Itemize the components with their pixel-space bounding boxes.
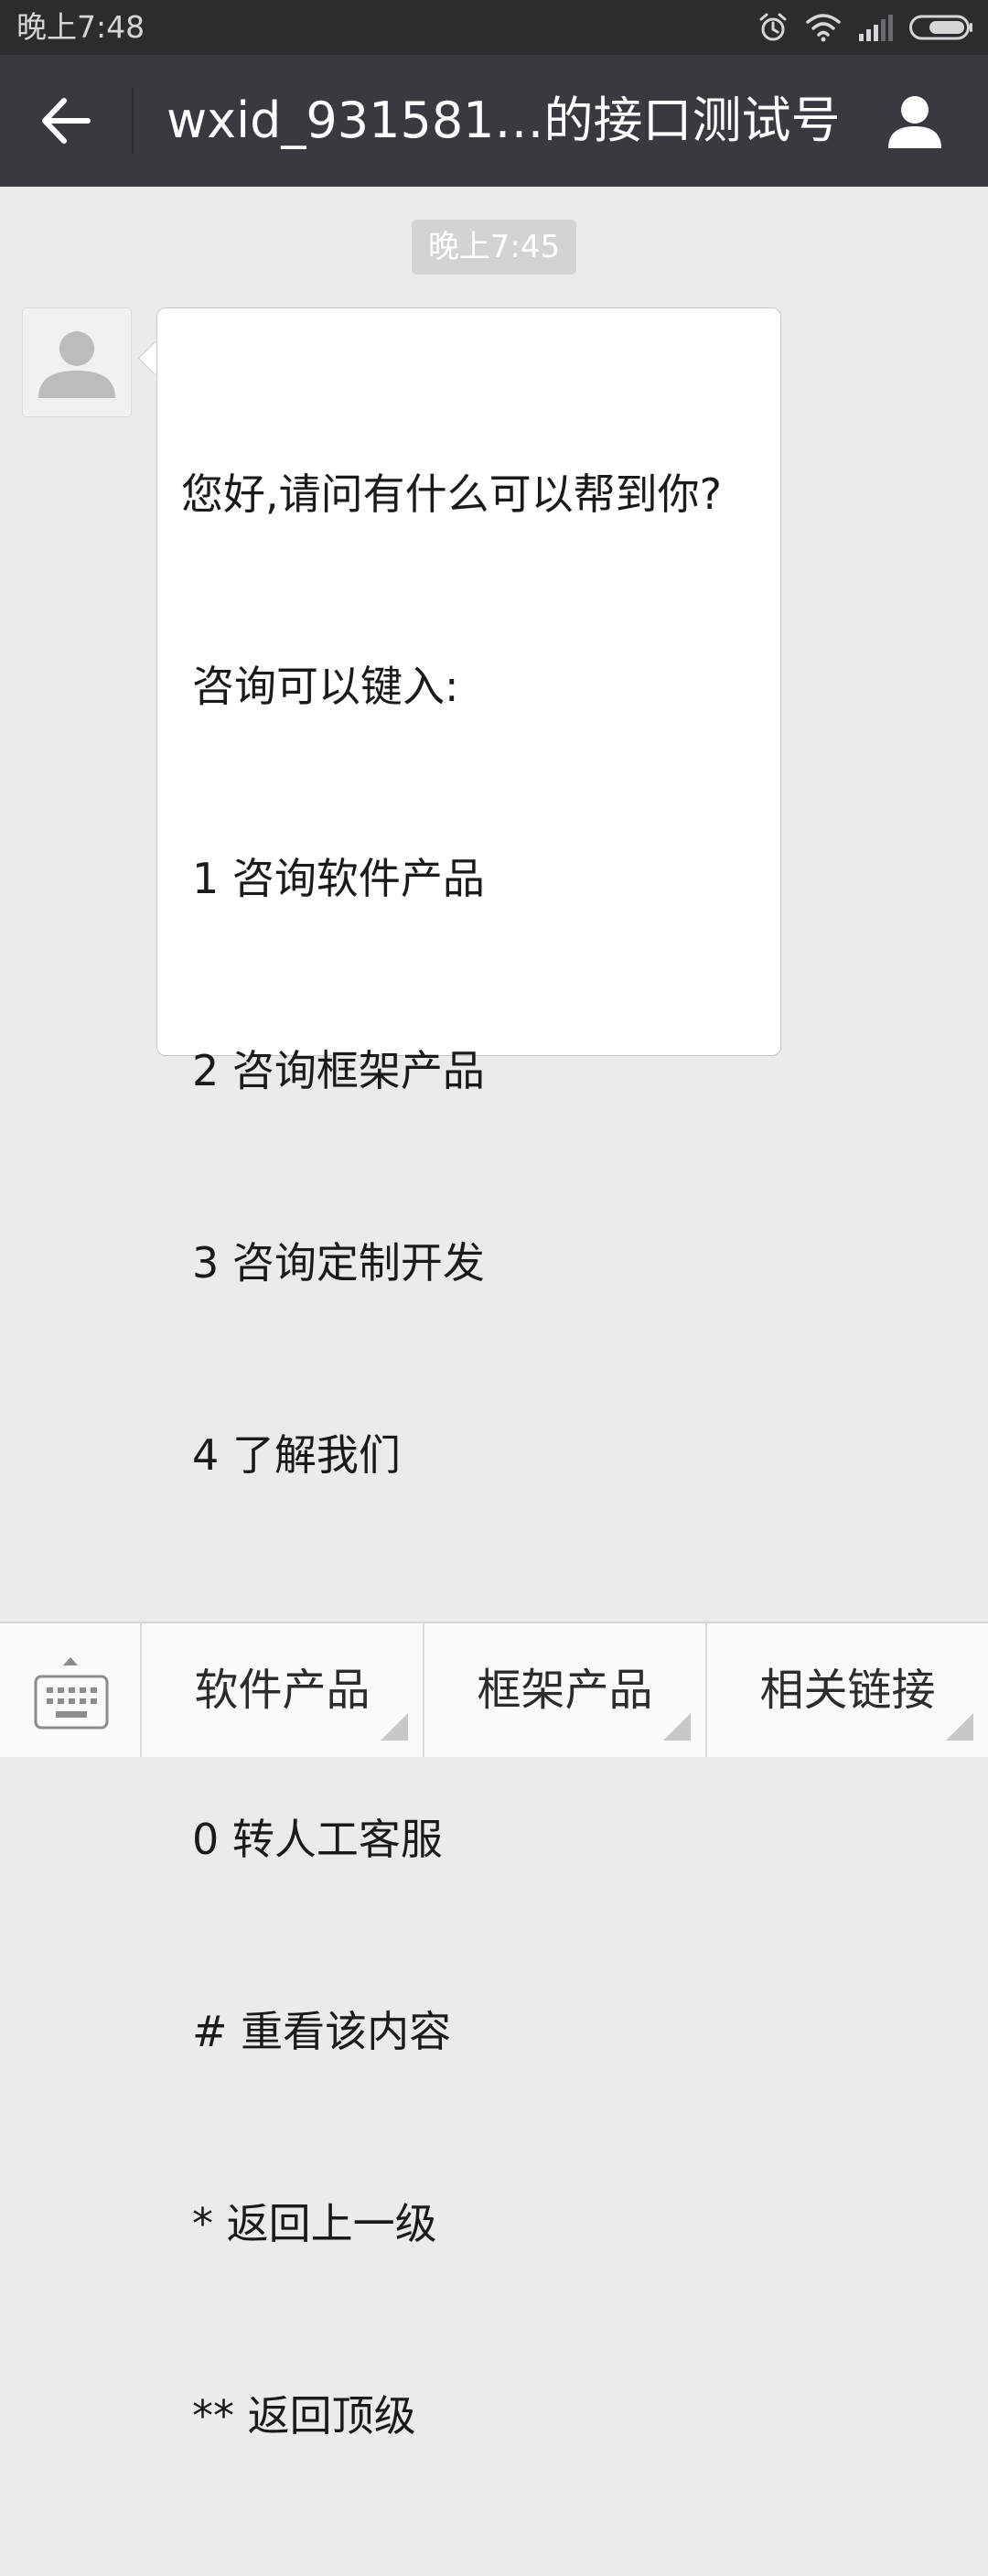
bottom-menu-bar: 软件产品 框架产品 相关链接	[0, 1622, 988, 1757]
title-bar: wxid_931581…的接口测试号	[0, 55, 988, 187]
chat-area[interactable]: 晚上7:45 您好,请问有什么可以帮到你? 咨询可以键入: 1 咨询软件产品 2…	[0, 187, 988, 2441]
message-line: 0 转人工客服	[192, 1815, 443, 1864]
default-avatar-icon	[23, 308, 131, 416]
wifi-icon	[805, 13, 842, 42]
signal-icon	[858, 14, 893, 41]
message-line: 咨询可以键入:	[192, 662, 459, 711]
menu-item-related-links[interactable]: 相关链接	[707, 1623, 988, 1757]
back-arrow-icon	[40, 97, 91, 148]
person-icon	[886, 92, 944, 154]
chat-title: wxid_931581…的接口测试号	[166, 92, 841, 149]
back-button[interactable]	[27, 84, 104, 161]
title-divider	[132, 88, 134, 154]
alarm-icon	[757, 12, 789, 43]
message-line: 3 咨询定制开发	[192, 1238, 485, 1288]
menu-item-framework-products[interactable]: 框架产品	[424, 1623, 707, 1757]
message-line: ** 返回顶级	[192, 2391, 416, 2441]
message-line: # 重看该内容	[192, 2007, 452, 2056]
submenu-corner-icon	[381, 1713, 408, 1744]
submenu-corner-icon	[663, 1713, 691, 1744]
message-timestamp: 晚上7:45	[412, 220, 576, 275]
battery-icon	[909, 15, 973, 40]
message-line: 1 咨询软件产品	[192, 854, 485, 903]
profile-button[interactable]	[880, 88, 950, 157]
keyboard-toggle-button[interactable]	[0, 1623, 142, 1757]
menu-item-label: 框架产品	[477, 1665, 653, 1716]
keyboard-icon	[34, 1675, 109, 1733]
message-line: 2 咨询框架产品	[192, 1046, 485, 1095]
message-text: 您好,请问有什么可以帮到你? 咨询可以键入: 1 咨询软件产品 2 咨询框架产品…	[181, 334, 767, 2576]
status-time: 晚上7:48	[16, 9, 145, 45]
menu-item-software-products[interactable]: 软件产品	[142, 1623, 424, 1757]
message-bubble[interactable]: 您好,请问有什么可以帮到你? 咨询可以键入: 1 咨询软件产品 2 咨询框架产品…	[156, 307, 781, 2441]
message-line: 4 了解我们	[192, 1430, 401, 1480]
message-line: 您好,请问有什么可以帮到你?	[181, 469, 723, 519]
menu-item-label: 软件产品	[194, 1665, 370, 1716]
message-line: * 返回上一级	[192, 2199, 437, 2248]
avatar[interactable]	[22, 307, 132, 417]
status-bar: 晚上7:48	[0, 0, 988, 55]
status-icons	[757, 11, 973, 44]
menu-item-label: 相关链接	[759, 1665, 936, 1716]
submenu-corner-icon	[946, 1713, 973, 1744]
chevron-up-icon	[62, 1653, 79, 1670]
